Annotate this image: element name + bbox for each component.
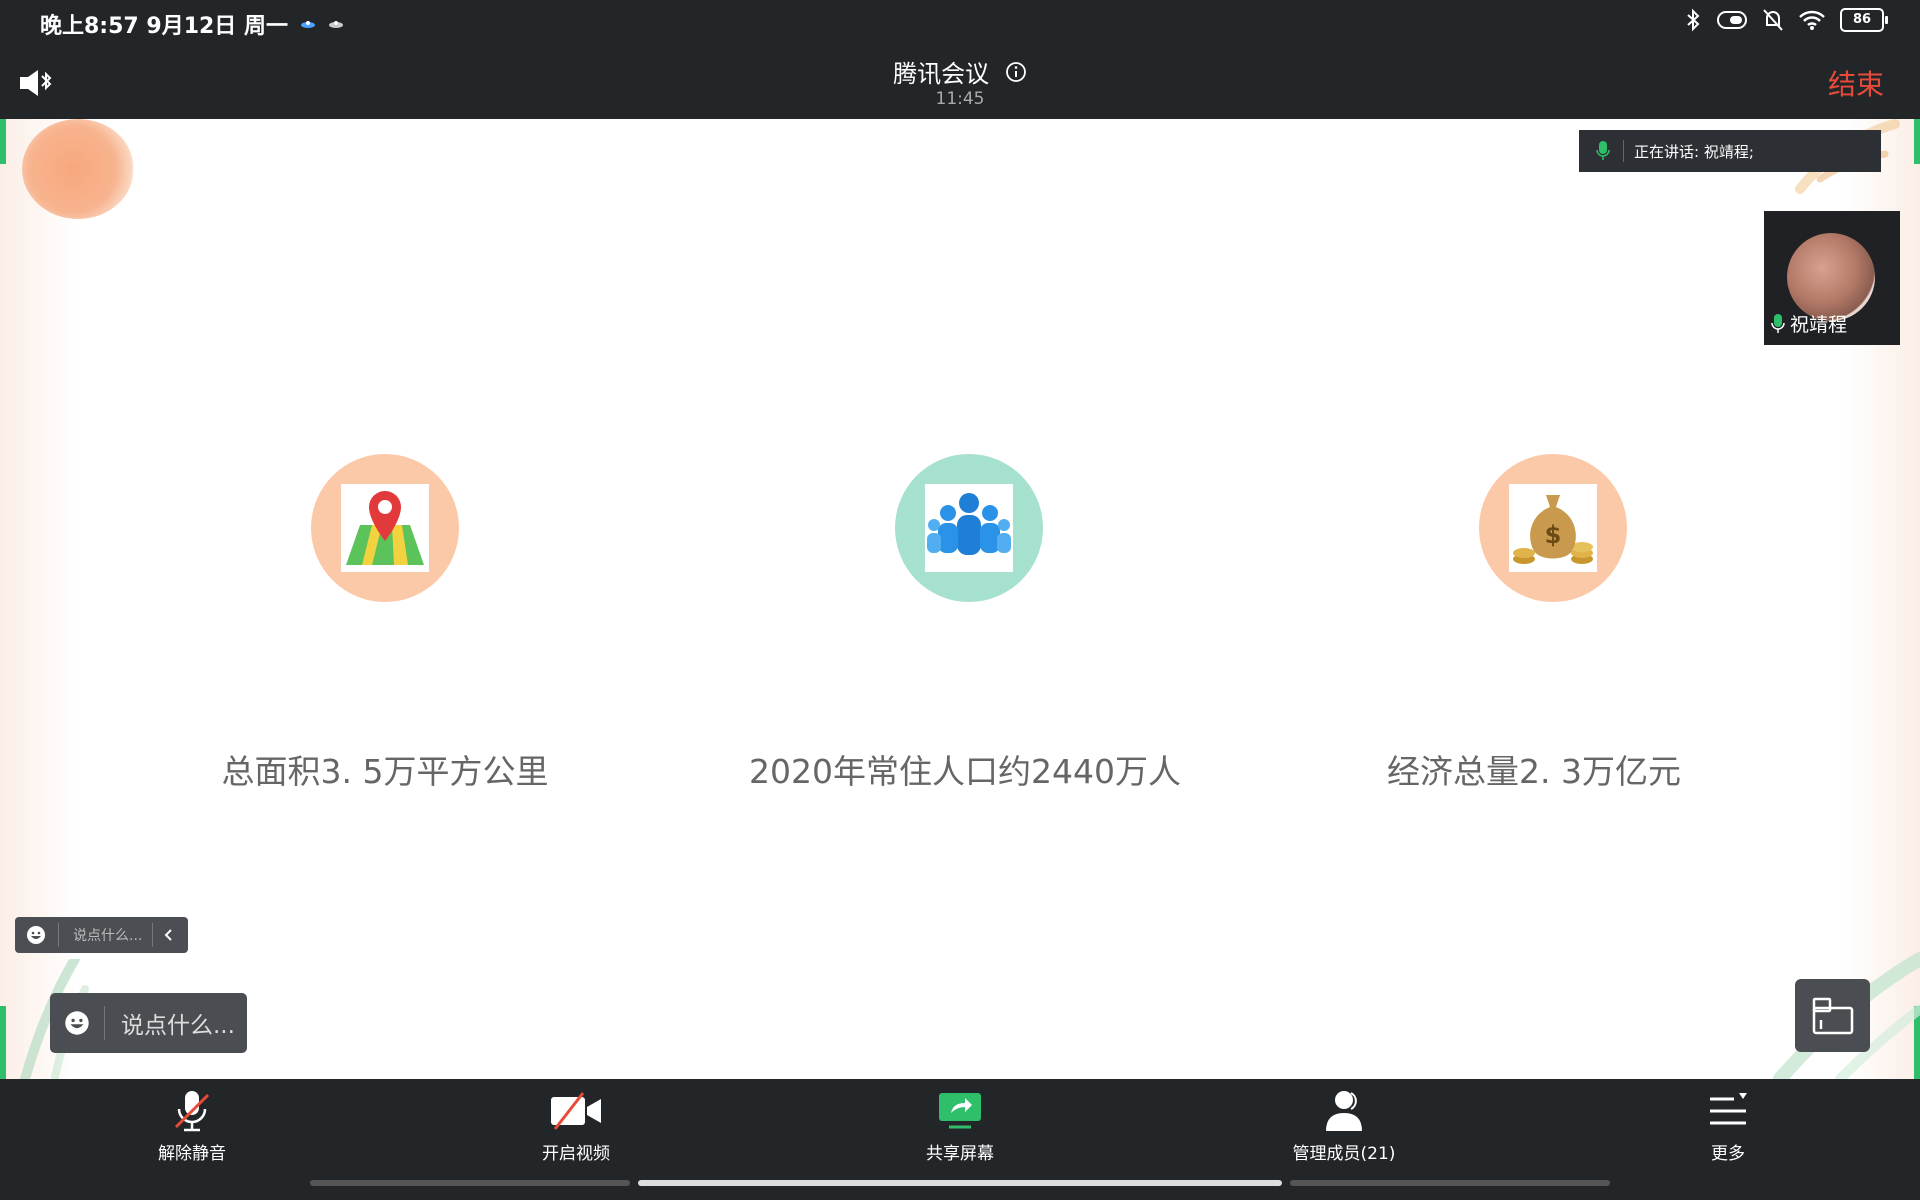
chat-input[interactable]: 说点什么... (50, 993, 247, 1053)
layout-icon (1812, 997, 1853, 1034)
stat-area-label: 总面积3. 5万平方公里 (221, 752, 549, 791)
stat-population (819, 454, 1119, 602)
notification-icon-2 (328, 21, 343, 28)
manage-members-button[interactable]: 管理成员(21) (1244, 1089, 1444, 1164)
page-indicator-active (638, 1180, 1282, 1186)
stat-economy: $ (1403, 454, 1703, 602)
edge-accent (1914, 119, 1920, 164)
microphone-icon (1596, 141, 1610, 160)
bluetooth-icon (1687, 8, 1700, 32)
svg-text:$: $ (1545, 521, 1562, 549)
more-menu-icon (1710, 1093, 1747, 1125)
page-indicator (310, 1180, 630, 1186)
speaking-label: 正在讲话: 祝靖程; (1634, 142, 1754, 161)
chevron-left-icon[interactable] (163, 928, 173, 942)
microphone-icon (1771, 313, 1785, 333)
meeting-header: 腾讯会议 11:45 结束 (0, 44, 1920, 119)
money-bag-icon: $ (1513, 495, 1593, 564)
emoji-icon[interactable] (26, 925, 46, 945)
decorative-watercolor (22, 119, 134, 219)
share-screen-button[interactable]: 共享屏幕 (860, 1089, 1060, 1164)
meeting-title[interactable]: 腾讯会议 (0, 54, 1920, 89)
share-screen-icon (939, 1093, 981, 1129)
more-button[interactable]: 更多 (1628, 1089, 1828, 1164)
end-meeting-button[interactable]: 结束 (1822, 62, 1890, 104)
eye-comfort-icon (1717, 11, 1747, 29)
notification-icon (300, 21, 315, 28)
participant-name: 祝靖程 (1790, 314, 1848, 336)
meeting-duration: 11:45 (935, 89, 985, 109)
wifi-icon (1799, 10, 1825, 30)
stat-economy-label: 经济总量2. 3万亿元 (1387, 752, 1681, 791)
stat-population-label: 2020年常住人口约2440万人 (749, 752, 1181, 791)
edge-accent (0, 119, 6, 164)
emoji-icon[interactable] (64, 1010, 90, 1036)
people-icon (927, 493, 1011, 555)
speaking-indicator: 正在讲话: 祝靖程; (1579, 130, 1881, 172)
page-indicator (1290, 1180, 1610, 1186)
status-bar: 晚上8:57 9月12日 周一 86 (0, 0, 1920, 44)
participant-video-tile[interactable]: 祝靖程 (1764, 211, 1900, 345)
unmute-button[interactable]: 解除静音 (92, 1089, 292, 1164)
chat-placeholder: 说点什么... (73, 928, 143, 944)
layout-toggle-button[interactable] (1795, 979, 1870, 1052)
shared-screen: 正在讲话: 祝靖程; 祝靖程 总面积3. 5万平方公里 2020年常住人口约24… (0, 119, 1920, 1079)
mute-bell-icon (1763, 9, 1783, 31)
start-video-button[interactable]: 开启视频 (476, 1089, 676, 1164)
edge-accent (0, 1006, 6, 1079)
members-icon (1326, 1091, 1362, 1131)
status-datetime: 晚上8:57 9月12日 周一 (40, 14, 288, 39)
chat-placeholder: 说点什么... (121, 1013, 235, 1039)
map-pin-icon (346, 491, 424, 565)
info-icon[interactable] (1005, 61, 1027, 83)
video-off-icon (551, 1092, 601, 1130)
meeting-toolbar: 解除静音 开启视频 共享屏幕 管理成员(21) 更多 (0, 1079, 1920, 1180)
stat-area (235, 454, 535, 602)
microphone-muted-icon (174, 1091, 210, 1132)
chat-input-collapsed[interactable]: 说点什么... (15, 917, 188, 953)
battery-icon: 86 (1840, 8, 1888, 32)
avatar (1787, 233, 1875, 321)
